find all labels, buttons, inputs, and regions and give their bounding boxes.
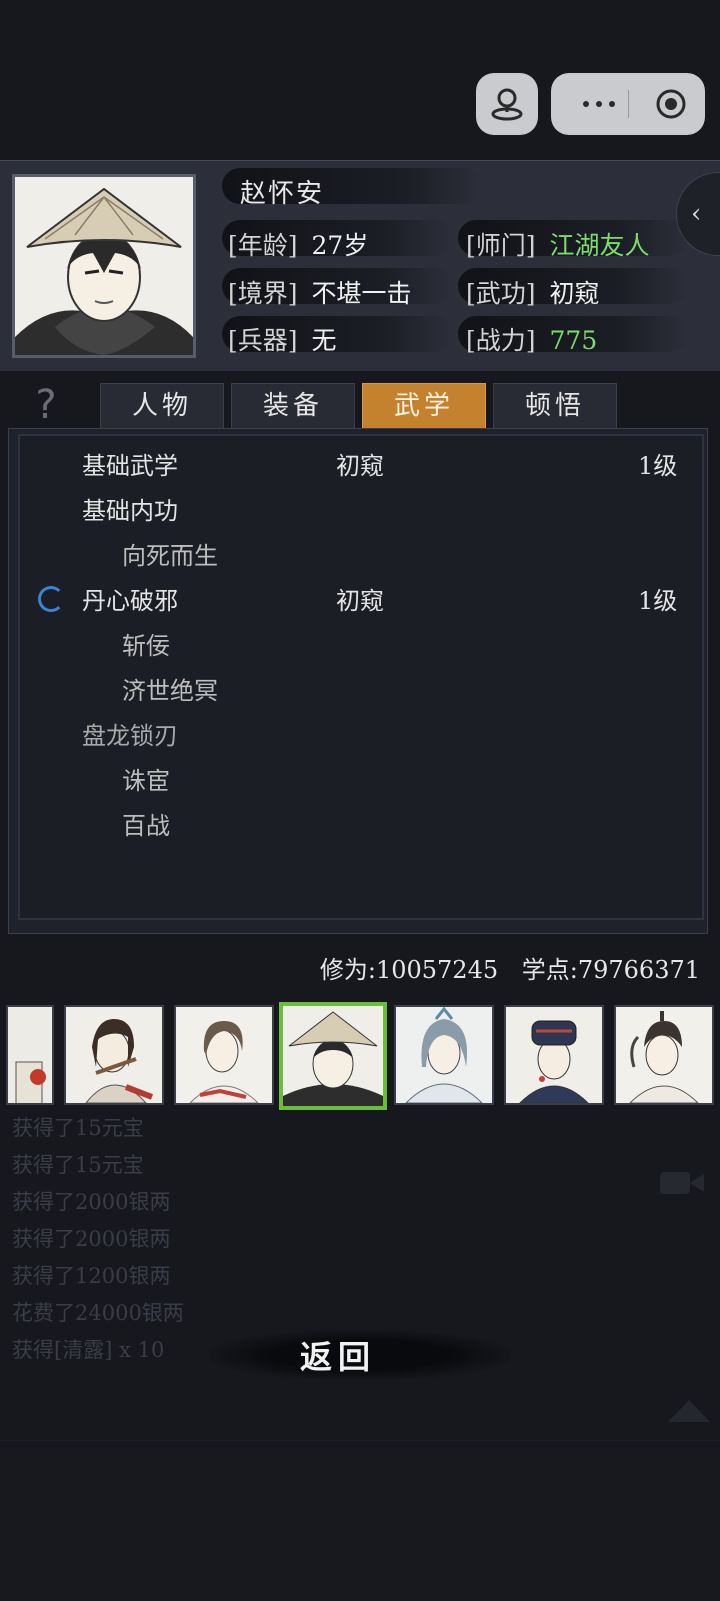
points-label: 学点: — [521, 956, 578, 984]
character-portrait-icon — [506, 1007, 602, 1103]
character-portrait-icon — [66, 1007, 162, 1103]
help-icon[interactable]: ? — [24, 380, 68, 430]
skill-row[interactable]: 基础武学 初窥 1级 — [0, 446, 720, 490]
log-entry: 获得了2000银两 — [12, 1227, 171, 1251]
character-portrait-icon — [176, 1007, 272, 1103]
character-portrait-icon — [283, 1006, 383, 1106]
target-icon — [656, 89, 686, 119]
skill-row[interactable]: 丹心破邪 初窥 1级 — [0, 581, 720, 625]
tab-martial-arts[interactable]: 武学 — [362, 383, 486, 429]
video-record-icon[interactable] — [660, 1168, 706, 1202]
cultivation-label: 修为: — [319, 956, 376, 984]
skill-sub-name: 百战 — [122, 812, 170, 840]
roster-portrait[interactable] — [614, 1005, 714, 1105]
straw-hat-swordsman-portrait-icon — [15, 177, 193, 355]
back-button[interactable]: 返回 — [300, 1332, 376, 1378]
skill-name: 丹心破邪 — [82, 587, 178, 615]
roster-portrait[interactable] — [394, 1005, 494, 1105]
skill-name: 基础内功 — [82, 497, 178, 525]
character-portrait-icon — [8, 1007, 52, 1103]
realm-value: 不堪一击 — [311, 279, 412, 308]
skill-row[interactable]: 基础内功 — [0, 491, 720, 535]
roster-portrait-selected[interactable] — [279, 1002, 387, 1110]
tab-enlightenment[interactable]: 顿悟 — [493, 383, 617, 429]
weapon-field: [兵器] 无 — [228, 321, 337, 357]
skill-level-text: 初窥 — [336, 452, 384, 480]
weapon-label: [兵器] — [228, 326, 298, 355]
realm-label: [境界] — [228, 279, 298, 308]
log-entry: 获得了15元宝 — [12, 1116, 144, 1140]
map-pin-icon — [491, 88, 523, 121]
chevron-left-icon: ‹ — [691, 199, 702, 229]
cultivation-stats: 修为:10057245 学点:79766371 — [0, 950, 700, 985]
sect-value: 江湖友人 — [549, 231, 650, 260]
close-target-button[interactable] — [645, 73, 697, 135]
character-name: 赵怀安 — [240, 179, 325, 209]
character-roster — [0, 1000, 720, 1112]
log-entry: 获得了15元宝 — [12, 1153, 144, 1177]
skill-sub-row[interactable]: 斩佞 — [0, 626, 720, 670]
points-value: 79766371 — [577, 956, 700, 984]
mini-program-capsule — [551, 73, 705, 135]
skill-name: 盘龙锁刃 — [82, 722, 178, 750]
bottom-area — [0, 1440, 720, 1601]
skill-sub-row[interactable]: 诛宦 — [0, 761, 720, 805]
character-portrait-icon — [616, 1007, 712, 1103]
skill-sub-row[interactable]: 济世绝冥 — [0, 671, 720, 715]
scroll-up-icon[interactable] — [668, 1398, 710, 1426]
age-label: [年龄] — [228, 231, 298, 260]
roster-portrait[interactable] — [174, 1005, 274, 1105]
roster-portrait[interactable] — [64, 1005, 164, 1105]
realm-field: [境界] 不堪一击 — [228, 274, 412, 310]
more-options-icon[interactable] — [569, 73, 629, 135]
power-label: [战力] — [466, 326, 536, 355]
martial-field: [武功] 初窥 — [466, 274, 600, 310]
training-spinner-icon — [38, 586, 64, 612]
skill-level: 1级 — [638, 452, 678, 480]
martial-label: [武功] — [466, 279, 536, 308]
weapon-value: 无 — [311, 326, 337, 355]
capsule-divider — [628, 90, 629, 118]
character-portrait — [12, 174, 196, 358]
martial-value: 初窥 — [549, 279, 600, 308]
roster-portrait[interactable] — [504, 1005, 604, 1105]
skill-sub-name: 诛宦 — [122, 767, 170, 795]
skill-sub-name: 济世绝冥 — [122, 677, 218, 705]
skill-name: 基础武学 — [82, 452, 178, 480]
sect-label: [师门] — [466, 231, 536, 260]
tab-character[interactable]: 人物 — [100, 383, 224, 429]
skill-level-text: 初窥 — [336, 587, 384, 615]
skill-level: 1级 — [638, 587, 678, 615]
cultivation-value: 10057245 — [375, 956, 499, 984]
log-entry: 获得了1200银两 — [12, 1264, 171, 1288]
age-field: [年龄] 27岁 — [228, 226, 368, 262]
skill-sub-row[interactable]: 百战 — [0, 806, 720, 850]
tab-equipment[interactable]: 装备 — [231, 383, 355, 429]
skill-sub-name: 向死而生 — [122, 542, 218, 570]
power-value: 775 — [549, 326, 598, 355]
log-entry: 获得[清露] x 10 — [12, 1338, 165, 1362]
power-field: [战力] 775 — [466, 321, 597, 357]
sect-field: [师门] 江湖友人 — [466, 226, 650, 262]
roster-portrait[interactable] — [6, 1005, 54, 1105]
character-portrait-icon — [396, 1007, 492, 1103]
age-value: 27岁 — [311, 231, 369, 260]
log-entry: 花费了24000银两 — [12, 1301, 184, 1325]
skill-sub-row[interactable]: 向死而生 — [0, 536, 720, 580]
skill-row[interactable]: 盘龙锁刃 — [0, 716, 720, 760]
skill-sub-name: 斩佞 — [122, 632, 170, 660]
location-pin-button[interactable] — [476, 73, 538, 135]
log-entry: 获得了2000银两 — [12, 1190, 171, 1214]
